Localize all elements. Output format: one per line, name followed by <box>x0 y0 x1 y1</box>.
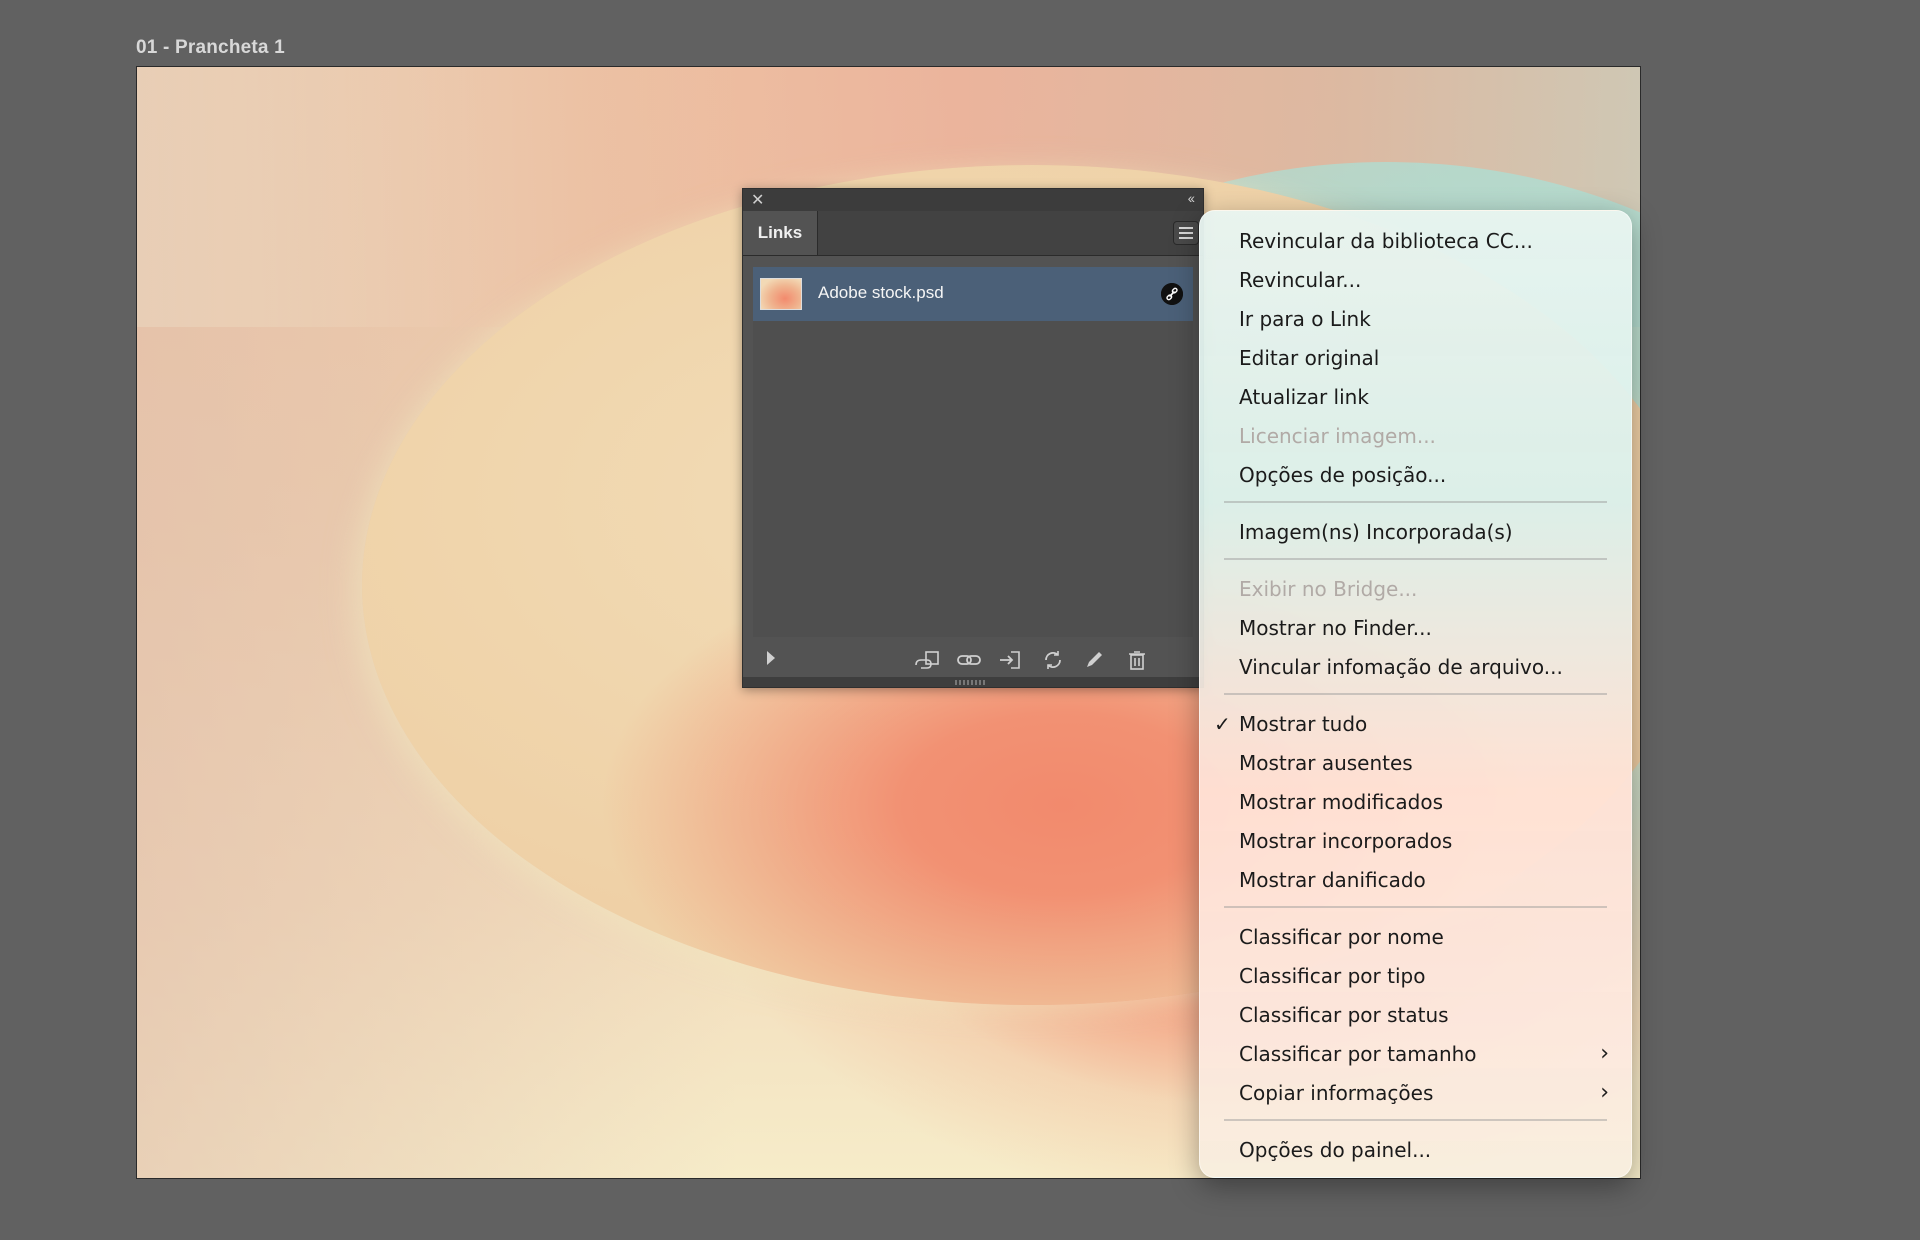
links-list: Adobe stock.psd <box>753 267 1193 637</box>
panel-menu-icon[interactable] <box>1173 221 1199 245</box>
menu-item-show-embedded[interactable]: Mostrar incorporados <box>1200 823 1631 859</box>
menu-item-label: Revincular... <box>1239 268 1362 292</box>
menu-divider <box>1224 501 1607 503</box>
menu-item-label: Mostrar incorporados <box>1239 829 1453 853</box>
menu-item-license-image: Licenciar imagem... <box>1200 418 1631 454</box>
menu-item-label: Mostrar tudo <box>1239 712 1368 736</box>
menu-divider <box>1224 906 1607 908</box>
relink-from-cc-icon[interactable] <box>913 649 941 671</box>
menu-item-update-link[interactable]: Atualizar link <box>1200 379 1631 415</box>
menu-divider <box>1224 693 1607 695</box>
links-panel: ✕ ‹‹ Links Adobe stock.psd <box>742 188 1204 688</box>
menu-item-copy-info[interactable]: Copiar informações › <box>1200 1075 1631 1111</box>
menu-item-label: Mostrar modificados <box>1239 790 1443 814</box>
menu-item-sort-by-status[interactable]: Classificar por status <box>1200 997 1631 1033</box>
panel-tab-row: Links <box>743 211 1203 256</box>
menu-item-label: Imagem(ns) Incorporada(s) <box>1239 520 1513 544</box>
collapse-panel-icon[interactable]: ‹‹ <box>1188 190 1195 206</box>
menu-divider <box>1224 1119 1607 1121</box>
tab-links[interactable]: Links <box>743 211 818 255</box>
chevron-right-icon: › <box>1600 1041 1609 1066</box>
show-info-icon[interactable] <box>757 649 785 671</box>
go-to-link-icon[interactable] <box>997 649 1025 671</box>
menu-item-reveal-in-finder[interactable]: Mostrar no Finder... <box>1200 610 1631 646</box>
menu-item-show-missing[interactable]: Mostrar ausentes <box>1200 745 1631 781</box>
menu-item-show-broken[interactable]: Mostrar danificado <box>1200 862 1631 898</box>
menu-item-label: Licenciar imagem... <box>1239 424 1436 448</box>
menu-item-label: Exibir no Bridge... <box>1239 577 1418 601</box>
edit-original-icon[interactable] <box>1081 649 1109 671</box>
menu-item-sort-by-name[interactable]: Classificar por nome <box>1200 919 1631 955</box>
menu-item-label: Opções do painel... <box>1239 1138 1432 1162</box>
menu-item-label: Mostrar no Finder... <box>1239 616 1432 640</box>
menu-item-label: Classificar por nome <box>1239 925 1444 949</box>
link-thumbnail <box>760 278 802 310</box>
menu-item-label: Classificar por status <box>1239 1003 1449 1027</box>
menu-item-relink[interactable]: Revincular... <box>1200 262 1631 298</box>
menu-divider <box>1224 558 1607 560</box>
menu-item-embedded-images[interactable]: Imagem(ns) Incorporada(s) <box>1200 514 1631 550</box>
panel-footer <box>743 641 1203 677</box>
menu-item-label: Vincular infomação de arquivo... <box>1239 655 1563 679</box>
menu-item-label: Mostrar ausentes <box>1239 751 1413 775</box>
menu-item-panel-options[interactable]: Opções do painel... <box>1200 1132 1631 1168</box>
unembed-trash-icon[interactable] <box>1123 649 1151 671</box>
menu-item-sort-by-size[interactable]: Classificar por tamanho › <box>1200 1036 1631 1072</box>
menu-item-label: Editar original <box>1239 346 1380 370</box>
menu-item-show-all[interactable]: ✓ Mostrar tudo <box>1200 706 1631 742</box>
menu-item-edit-original[interactable]: Editar original <box>1200 340 1631 376</box>
workspace-canvas[interactable]: 01 - Prancheta 1 ✕ ‹‹ Links Adobe stock.… <box>0 0 1920 1240</box>
menu-item-sort-by-type[interactable]: Classificar por tipo <box>1200 958 1631 994</box>
linked-icon <box>1161 283 1183 305</box>
menu-item-show-modified[interactable]: Mostrar modificados <box>1200 784 1631 820</box>
artboard-label[interactable]: 01 - Prancheta 1 <box>136 37 285 59</box>
link-filename: Adobe stock.psd <box>818 283 944 302</box>
menu-item-label: Copiar informações <box>1239 1081 1434 1105</box>
chevron-right-icon: › <box>1600 1080 1609 1105</box>
relink-icon[interactable] <box>955 649 983 671</box>
menu-item-placement-options[interactable]: Opções de posição... <box>1200 457 1631 493</box>
menu-item-label: Classificar por tipo <box>1239 964 1426 988</box>
update-link-icon[interactable] <box>1039 649 1067 671</box>
menu-item-label: Opções de posição... <box>1239 463 1447 487</box>
panel-titlebar[interactable]: ✕ ‹‹ <box>743 189 1203 212</box>
menu-item-label: Mostrar danificado <box>1239 868 1426 892</box>
resize-grip-icon[interactable] <box>955 680 987 685</box>
checkmark-icon: ✓ <box>1214 712 1231 736</box>
menu-item-reveal-in-bridge: Exibir no Bridge... <box>1200 571 1631 607</box>
menu-item-label: Ir para o Link <box>1239 307 1371 331</box>
menu-item-label: Atualizar link <box>1239 385 1369 409</box>
menu-item-label: Classificar por tamanho <box>1239 1042 1477 1066</box>
menu-item-go-to-link[interactable]: Ir para o Link <box>1200 301 1631 337</box>
close-icon[interactable]: ✕ <box>751 190 764 210</box>
link-row[interactable]: Adobe stock.psd <box>753 267 1193 321</box>
links-panel-flyout-menu: Revincular da biblioteca CC... Revincula… <box>1199 210 1632 1178</box>
menu-item-relink-cc-library[interactable]: Revincular da biblioteca CC... <box>1200 223 1631 259</box>
menu-item-link-file-info[interactable]: Vincular infomação de arquivo... <box>1200 649 1631 685</box>
menu-item-label: Revincular da biblioteca CC... <box>1239 229 1533 253</box>
